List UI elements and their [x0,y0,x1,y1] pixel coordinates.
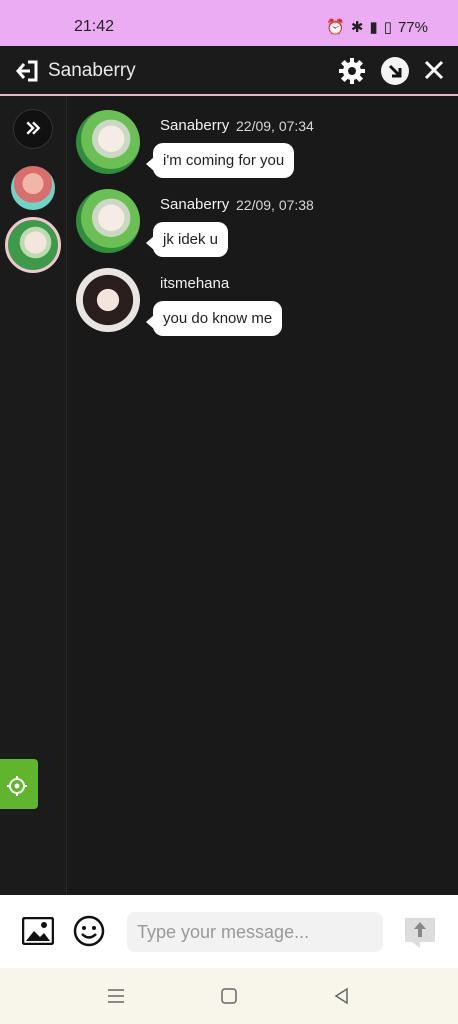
room-sidebar [0,96,67,895]
message-bubble: you do know me [145,301,283,336]
minimize-icon [388,64,402,78]
message-author[interactable]: Sanaberry [160,196,229,213]
emoji-icon[interactable] [73,915,105,947]
back-icon[interactable] [332,986,352,1006]
image-icon[interactable] [22,917,54,945]
send-icon[interactable] [404,917,436,949]
expand-sidebar-button[interactable] [13,109,53,149]
room-avatar[interactable] [11,166,55,210]
message-input[interactable] [127,912,383,952]
chevron-double-right-icon [26,121,41,135]
battery-icon: ▯ [383,19,392,36]
signal-icon: ▮ [369,19,378,36]
close-icon[interactable] [423,59,445,81]
message-item: Sanaberry 22/09, 07:38 jk idek u [66,175,458,257]
settings-tab[interactable] [0,759,38,809]
minimize-button[interactable] [381,57,409,85]
avatar[interactable] [76,189,140,253]
alarm-icon: ⏰ [326,19,345,36]
gear-icon[interactable] [338,57,366,85]
message-composer [0,895,458,968]
message-time: 22/09, 07:34 [236,118,314,134]
room-avatar-active[interactable] [5,217,61,273]
message-author[interactable]: itsmehana [160,275,229,292]
message-bubble: i'm coming for you [145,143,295,178]
exit-icon[interactable] [14,60,38,82]
bluetooth-icon: ✱ [350,19,364,36]
message-bubble: jk idek u [145,222,229,257]
avatar[interactable] [76,110,140,174]
message-item: itsmehana you do know me [66,254,458,336]
message-time: 22/09, 07:38 [236,197,314,213]
message-author[interactable]: Sanaberry [160,117,229,134]
battery-percent: 77% [397,18,428,36]
message-list: Sanaberry 22/09, 07:34 i'm coming for yo… [66,96,458,895]
menu-icon[interactable] [106,986,126,1006]
message-item: Sanaberry 22/09, 07:34 i'm coming for yo… [66,96,458,178]
chat-header: Sanaberry [0,46,458,96]
gear-icon [7,776,27,796]
home-icon[interactable] [219,986,239,1006]
avatar[interactable] [76,268,140,332]
status-time: 21:42 [74,18,115,35]
status-bar: 21:42 ⏰ ✱ ▮ ▯ 77% [0,0,458,46]
room-title: Sanaberry [48,60,136,81]
status-icons: ⏰ ✱ ▮ ▯ 77% [326,18,428,37]
system-nav-bar [0,968,458,1024]
